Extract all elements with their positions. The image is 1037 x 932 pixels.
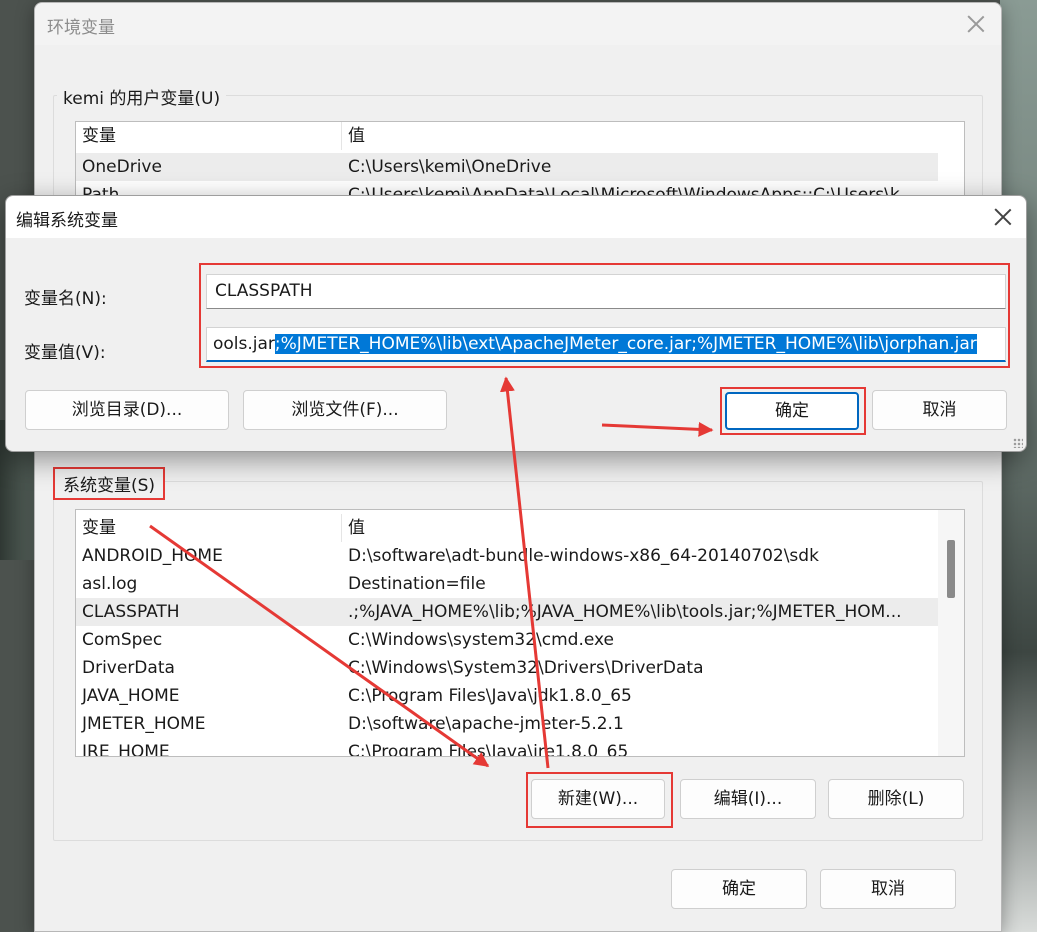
- header-name: 变量: [82, 518, 116, 538]
- var-name: JRE_HOME: [82, 742, 170, 757]
- env-cancel-button[interactable]: 取消: [820, 869, 956, 909]
- column-divider[interactable]: [341, 514, 342, 542]
- env-close-icon[interactable]: [965, 13, 987, 35]
- table-row[interactable]: ComSpec C:\Windows\system32\cmd.exe: [76, 626, 938, 654]
- var-name: JMETER_HOME: [82, 714, 206, 734]
- vertical-scrollbar[interactable]: [938, 510, 964, 756]
- edit-button[interactable]: 编辑(I)...: [680, 779, 816, 819]
- value-unselected-text: ools.jar: [213, 334, 275, 354]
- value-selected-text: ;%JMETER_HOME%\lib\ext\ApacheJMeter_core…: [274, 334, 977, 354]
- variable-name-input[interactable]: CLASSPATH: [206, 274, 1006, 309]
- header-name: 变量: [82, 126, 116, 146]
- delete-button[interactable]: 删除(L): [828, 779, 964, 819]
- var-value: C:\Windows\system32\cmd.exe: [348, 630, 615, 650]
- var-value: C:\Windows\System32\Drivers\DriverData: [348, 658, 704, 678]
- table-row[interactable]: asl.log Destination=file: [76, 570, 938, 598]
- var-name: ANDROID_HOME: [82, 546, 223, 566]
- edit-titlebar: 编辑系统变量: [6, 196, 1026, 238]
- var-name: JAVA_HOME: [82, 686, 180, 706]
- list-header: 变量 值: [76, 514, 938, 542]
- var-value: C:\Users\kemi\OneDrive: [348, 157, 552, 177]
- variable-value-input[interactable]: ools.jar;%JMETER_HOME%\lib\ext\ApacheJMe…: [206, 327, 1006, 362]
- new-button[interactable]: 新建(W)...: [531, 779, 665, 819]
- env-titlebar: 环境变量: [35, 3, 1001, 45]
- browse-directory-button[interactable]: 浏览目录(D)...: [25, 390, 229, 430]
- env-window-title: 环境变量: [47, 18, 115, 38]
- var-name: ComSpec: [82, 630, 163, 650]
- var-value: .;%JAVA_HOME%\lib;%JAVA_HOME%\lib\tools.…: [348, 602, 902, 622]
- scroll-thumb[interactable]: [947, 540, 955, 598]
- var-value: Destination=file: [348, 574, 486, 594]
- system-variables-list[interactable]: 变量 值 ANDROID_HOME D:\software\adt-bundle…: [75, 509, 965, 757]
- resize-grip-icon[interactable]: [1013, 438, 1023, 448]
- edit-cancel-button[interactable]: 取消: [872, 390, 1007, 430]
- table-row[interactable]: JRE_HOME C:\Program Files\Java\jre1.8.0_…: [76, 738, 938, 757]
- var-name: CLASSPATH: [82, 602, 180, 622]
- header-value: 值: [348, 518, 365, 538]
- edit-close-icon[interactable]: [992, 206, 1014, 228]
- table-row[interactable]: OneDrive C:\Users\kemi\OneDrive: [76, 153, 938, 181]
- variable-value-label: 变量值(V):: [24, 343, 106, 363]
- var-value: D:\software\apache-jmeter-5.2.1: [348, 714, 624, 734]
- table-row[interactable]: CLASSPATH .;%JAVA_HOME%\lib;%JAVA_HOME%\…: [76, 598, 938, 626]
- variable-name-label: 变量名(N):: [24, 289, 107, 309]
- var-value: D:\software\adt-bundle-windows-x86_64-20…: [348, 546, 819, 566]
- column-divider[interactable]: [341, 122, 342, 150]
- var-name: asl.log: [82, 574, 138, 594]
- system-variables-label: 系统变量(S): [53, 467, 166, 500]
- desktop-background: [1000, 0, 1037, 932]
- table-row[interactable]: JAVA_HOME C:\Program Files\Java\jdk1.8.0…: [76, 682, 938, 710]
- var-name: DriverData: [82, 658, 175, 678]
- edit-system-variable-dialog: 编辑系统变量 变量名(N): 变量值(V): CLASSPATH ools.ja…: [5, 195, 1027, 452]
- env-ok-button[interactable]: 确定: [671, 869, 807, 909]
- list-header: 变量 值: [76, 122, 938, 150]
- header-value: 值: [348, 126, 365, 146]
- browse-file-button[interactable]: 浏览文件(F)...: [243, 390, 447, 430]
- environment-variables-window: 环境变量 kemi 的用户变量(U) 变量 值 OneDrive C:\User…: [34, 2, 1002, 932]
- edit-ok-button[interactable]: 确定: [725, 392, 859, 430]
- var-value: C:\Program Files\Java\jre1.8.0_65: [348, 742, 629, 757]
- var-name: OneDrive: [82, 157, 162, 177]
- edit-dialog-title: 编辑系统变量: [16, 211, 118, 231]
- table-row[interactable]: ANDROID_HOME D:\software\adt-bundle-wind…: [76, 542, 938, 570]
- table-row[interactable]: JMETER_HOME D:\software\apache-jmeter-5.…: [76, 710, 938, 738]
- var-value: C:\Program Files\Java\jdk1.8.0_65: [348, 686, 632, 706]
- user-variables-label: kemi 的用户变量(U): [57, 84, 227, 109]
- table-row[interactable]: DriverData C:\Windows\System32\Drivers\D…: [76, 654, 938, 682]
